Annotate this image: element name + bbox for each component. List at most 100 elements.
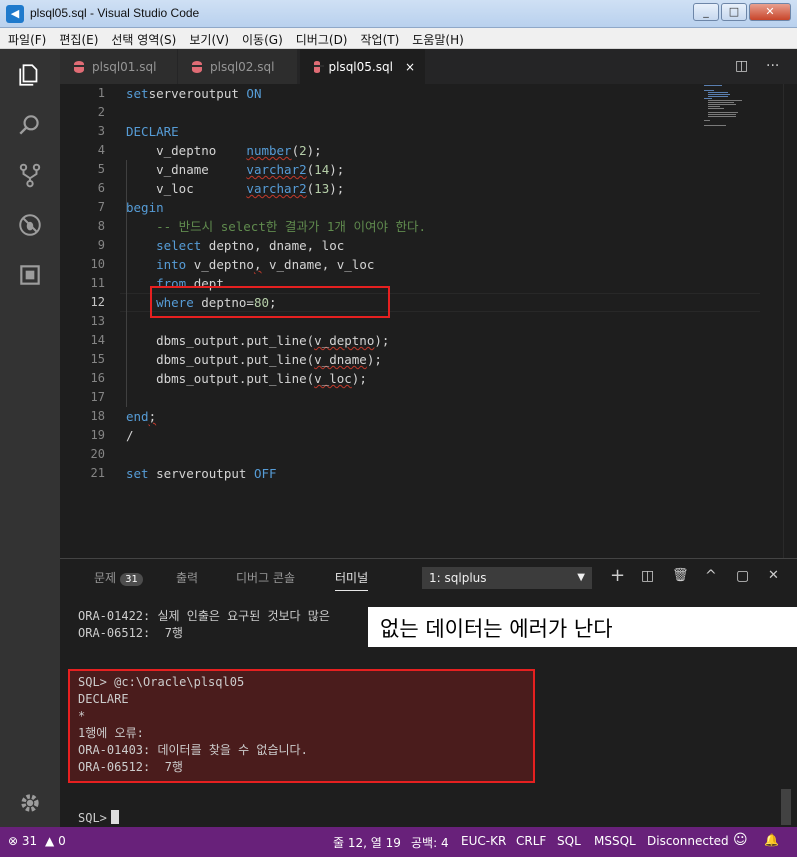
extensions-button[interactable] (0, 251, 60, 299)
code-token: dbms_output.put_line( (126, 371, 315, 386)
code-token: v_deptno (186, 257, 254, 272)
code-token: begin (126, 200, 164, 215)
panel-layout-icon[interactable]: ▢ (736, 568, 749, 584)
line-number: 12 (90, 295, 105, 309)
code-token: ); (374, 333, 390, 348)
line-number: 5 (97, 162, 105, 176)
code-token: v_dname (126, 162, 247, 177)
line-number: 13 (90, 314, 105, 328)
line-number: 6 (97, 181, 105, 195)
line-number: 19 (90, 428, 105, 442)
problems-count-badge: 31 (120, 573, 143, 586)
new-terminal-icon[interactable]: + (610, 565, 625, 586)
code-line: select deptno, dname, loc (126, 236, 766, 255)
encoding-status[interactable]: EUC-KR (461, 834, 506, 848)
menu-view[interactable]: 보기(V) (181, 28, 234, 48)
error-count: 31 (21, 834, 38, 848)
cursor-position[interactable]: 줄 12, 열 19 (333, 834, 401, 851)
indentation-status[interactable]: 공백: 4 (411, 834, 449, 851)
status-bar: ⊗ 31 ▲ 0 줄 12, 열 19 공백: 4 EUC-KR CRLF SQ… (0, 827, 797, 857)
menu-file[interactable]: 파일(F) (0, 28, 51, 48)
code-token: v_dname (314, 352, 367, 367)
database-icon (314, 60, 325, 73)
tab-label: plsql01.sql (92, 59, 157, 74)
tab-terminal[interactable]: 터미널 (335, 569, 369, 591)
terminal-line: ORA-06512: 7행 (78, 626, 183, 640)
menu-edit[interactable]: 편집(E) (51, 28, 103, 48)
tab-debug-console[interactable]: 디버그 콘솔 (236, 569, 295, 586)
code-token: v_dname, v_loc (261, 257, 375, 272)
menu-selection[interactable]: 선택 영역(S) (103, 28, 181, 48)
problems-label: 문제 (94, 571, 117, 585)
split-editor-icon[interactable]: ◫ (735, 58, 748, 74)
source-control-icon (19, 163, 41, 188)
files-icon (19, 64, 38, 86)
editor-scrollbar[interactable] (783, 84, 797, 558)
code-line: / (126, 426, 766, 445)
code-line: v_dname varchar2(14); (126, 160, 766, 179)
notification-bell-icon[interactable]: 🔔 (764, 833, 779, 847)
split-terminal-icon[interactable]: ◫ (641, 568, 654, 584)
code-token: ; (148, 409, 157, 424)
connection-type[interactable]: MSSQL (594, 834, 636, 848)
problems-status[interactable]: ⊗ 31 ▲ 0 (8, 834, 66, 848)
more-actions-icon[interactable]: ··· (766, 58, 779, 74)
eol-status[interactable]: CRLF (516, 834, 546, 848)
close-tab-icon[interactable]: × (405, 60, 415, 74)
code-editor[interactable]: 1 2 3 4 5 6 7 8 9 10 11 12 13 14 15 16 17 18 19 20 21 setser… (60, 84, 797, 558)
code-token: ); (366, 352, 382, 367)
terminal-line: ORA-01422: 실제 인출은 요구된 것보다 많은 (78, 609, 330, 623)
line-number: 15 (90, 352, 105, 366)
explorer-button[interactable] (0, 51, 60, 99)
source-control-button[interactable] (0, 151, 60, 199)
error-icon: ⊗ (8, 834, 19, 848)
code-token: dbms_output.put_line( (126, 333, 315, 348)
terminal-scrollbar[interactable] (781, 789, 791, 825)
feedback-smiley-icon[interactable]: ☺ (733, 832, 748, 848)
search-button[interactable] (0, 101, 60, 149)
code-token: ); (306, 143, 330, 158)
terminal-prompt[interactable]: SQL> (78, 810, 119, 827)
line-number: 14 (90, 333, 105, 347)
terminal-select[interactable]: 1: sqlplus ▼ (422, 567, 592, 589)
code-line: into v_deptno, v_dname, v_loc (126, 255, 766, 274)
menu-tasks[interactable]: 작업(T) (353, 28, 405, 48)
debug-button[interactable] (0, 201, 60, 249)
close-window-button[interactable]: ✕ (749, 3, 791, 21)
menu-help[interactable]: 도움말(H) (404, 28, 469, 48)
trash-icon[interactable]: 🗑 (672, 568, 689, 583)
tab-plsql01[interactable]: plsql01.sql (60, 49, 178, 84)
manage-button[interactable] (0, 779, 60, 827)
line-number: 10 (90, 257, 105, 271)
connection-status[interactable]: Disconnected (647, 834, 729, 848)
chevron-down-icon: ▼ (577, 572, 585, 583)
code-token: into (156, 257, 187, 272)
menu-go[interactable]: 이동(G) (234, 28, 288, 48)
menu-debug[interactable]: 디버그(D) (288, 28, 353, 48)
tab-problems[interactable]: 문제 31 (94, 569, 143, 586)
close-panel-icon[interactable]: ✕ (768, 568, 779, 583)
code-token: v_deptno (314, 333, 375, 348)
gear-icon (21, 794, 39, 812)
language-mode[interactable]: SQL (557, 834, 581, 848)
line-number-gutter: 1 2 3 4 5 6 7 8 9 10 11 12 13 14 15 16 17 18 19 20 21 (60, 84, 105, 483)
line-number: 8 (97, 219, 105, 233)
line-number: 16 (90, 371, 105, 385)
line-number: 9 (97, 238, 105, 252)
code-token: number (246, 143, 292, 158)
terminal-select-value: 1: sqlplus (429, 571, 487, 585)
maximize-panel-icon[interactable]: ^ (705, 568, 717, 584)
code-token: 13 (314, 181, 330, 196)
minimap[interactable] (700, 84, 760, 134)
tab-output[interactable]: 출력 (176, 569, 198, 586)
maximize-button[interactable]: □ (721, 3, 747, 21)
tab-plsql02[interactable]: plsql02.sql (178, 49, 298, 84)
code-token: ); (351, 371, 367, 386)
tab-plsql05[interactable]: plsql05.sql × (300, 49, 426, 84)
code-token: varchar2 (246, 181, 307, 196)
code-lines: setserveroutput ON DECLARE v_deptno numbe… (126, 84, 766, 483)
minimize-button[interactable]: _ (693, 3, 719, 21)
